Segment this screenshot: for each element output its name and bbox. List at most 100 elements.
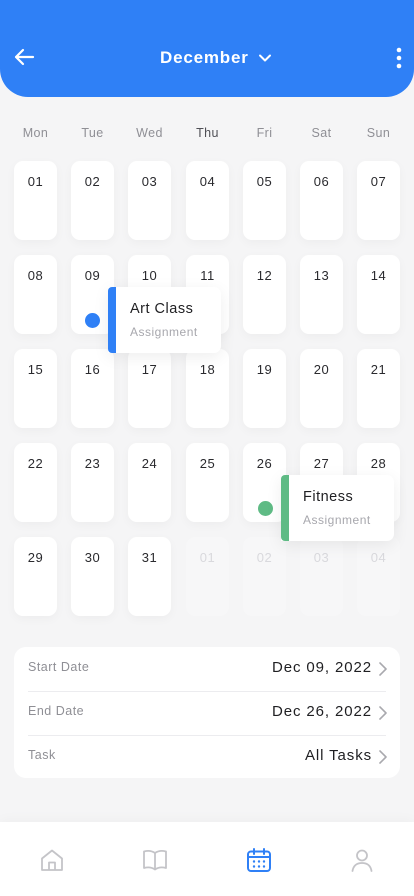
day-cell[interactable]: 03 [128,161,171,240]
calendar-icon[interactable] [245,846,273,874]
end-date-label: End Date [28,704,85,718]
calendar-grid: 01 02 03 04 05 06 07 08 09 10 11 12 13 1… [14,161,400,617]
day-cell[interactable]: 01 [14,161,57,240]
chevron-right-icon [379,662,387,676]
event-subtitle: Assignment [303,513,371,527]
event-title: Fitness [303,489,354,505]
day-number: 03 [141,174,158,189]
day-number: 28 [370,456,387,471]
day-number: 06 [313,174,330,189]
day-number: 05 [256,174,273,189]
weekday-mon: Mon [22,126,49,140]
day-cell[interactable]: 06 [300,161,343,240]
day-number: 01 [199,550,216,565]
day-number: 09 [84,268,101,283]
filter-summary-card: Start Date Dec 09, 2022 End Date Dec 26,… [14,647,400,778]
day-cell[interactable]: 19 [243,349,286,428]
day-number: 23 [84,456,101,471]
day-number: 22 [27,456,44,471]
event-color-bar [281,475,289,541]
start-date-label: Start Date [28,660,90,674]
event-title: Art Class [130,301,194,317]
day-number: 20 [313,362,330,377]
day-cell[interactable]: 05 [243,161,286,240]
weekday-sun: Sun [366,126,391,140]
day-cell[interactable]: 14 [357,255,400,334]
day-cell-next-month: 01 [186,537,229,616]
day-number: 17 [141,362,158,377]
day-cell[interactable]: 13 [300,255,343,334]
day-cell[interactable]: 23 [71,443,114,522]
day-cell[interactable]: 07 [357,161,400,240]
day-cell[interactable]: 24 [128,443,171,522]
day-cell[interactable]: 02 [71,161,114,240]
day-number: 31 [141,550,158,565]
day-cell[interactable]: 21 [357,349,400,428]
day-number: 12 [256,268,273,283]
day-number: 27 [313,456,330,471]
day-cell[interactable]: 15 [14,349,57,428]
book-icon[interactable] [141,846,169,874]
day-number: 01 [27,174,44,189]
day-cell[interactable]: 30 [71,537,114,616]
day-number: 04 [199,174,216,189]
start-date-value: Dec 09, 2022 [271,659,372,676]
start-date-row[interactable]: Start Date Dec 09, 2022 [28,647,388,691]
weekday-wed: Wed [136,126,163,140]
end-date-row[interactable]: End Date Dec 26, 2022 [28,691,388,735]
chevron-down-icon [258,54,271,62]
profile-icon[interactable] [348,846,376,874]
day-cell[interactable]: 12 [243,255,286,334]
bottom-nav [0,822,414,896]
day-cell[interactable]: 29 [14,537,57,616]
day-cell[interactable]: 17 [128,349,171,428]
task-label: Task [28,748,56,762]
task-row[interactable]: Task All Tasks [28,735,388,779]
end-date-value: Dec 26, 2022 [271,703,372,720]
day-cell-next-month: 03 [300,537,343,616]
day-number: 19 [256,362,273,377]
event-subtitle: Assignment [130,325,198,339]
back-arrow-icon[interactable] [12,45,36,69]
weekday-header: Mon Tue Wed Thu Fri Sat Sun [14,126,400,142]
day-number: 13 [313,268,330,283]
day-number: 07 [370,174,387,189]
chevron-right-icon [379,750,387,764]
day-number: 25 [199,456,216,471]
more-vertical-icon[interactable] [392,45,406,71]
month-selector[interactable]: December [160,45,273,71]
event-card-art-class[interactable]: Art Class Assignment [108,287,221,353]
weekday-sat: Sat [311,126,332,140]
weekday-fri: Fri [256,126,273,140]
day-cell[interactable]: 20 [300,349,343,428]
task-value: All Tasks [304,747,372,764]
day-number: 02 [256,550,273,565]
weekday-tue: Tue [81,126,104,140]
day-number: 18 [199,362,216,377]
event-card-fitness[interactable]: Fitness Assignment [281,475,394,541]
day-cell[interactable]: 31 [128,537,171,616]
day-number: 14 [370,268,387,283]
month-label: December [160,48,249,67]
day-number: 02 [84,174,101,189]
day-number: 26 [256,456,273,471]
day-number: 11 [200,268,215,283]
event-dot-fitness [258,501,273,516]
day-cell-next-month: 04 [357,537,400,616]
day-cell[interactable]: 18 [186,349,229,428]
day-number: 08 [27,268,44,283]
day-cell[interactable]: 04 [186,161,229,240]
day-cell-next-month: 02 [243,537,286,616]
day-cell[interactable]: 08 [14,255,57,334]
day-number: 15 [27,362,44,377]
day-number: 24 [141,456,158,471]
weekday-thu: Thu [196,126,219,140]
day-cell[interactable]: 25 [186,443,229,522]
day-number: 04 [370,550,387,565]
day-cell[interactable]: 16 [71,349,114,428]
day-number: 21 [370,362,387,377]
day-number: 10 [141,268,158,283]
home-icon[interactable] [38,846,66,874]
day-cell[interactable]: 22 [14,443,57,522]
app-header: December [0,0,414,97]
